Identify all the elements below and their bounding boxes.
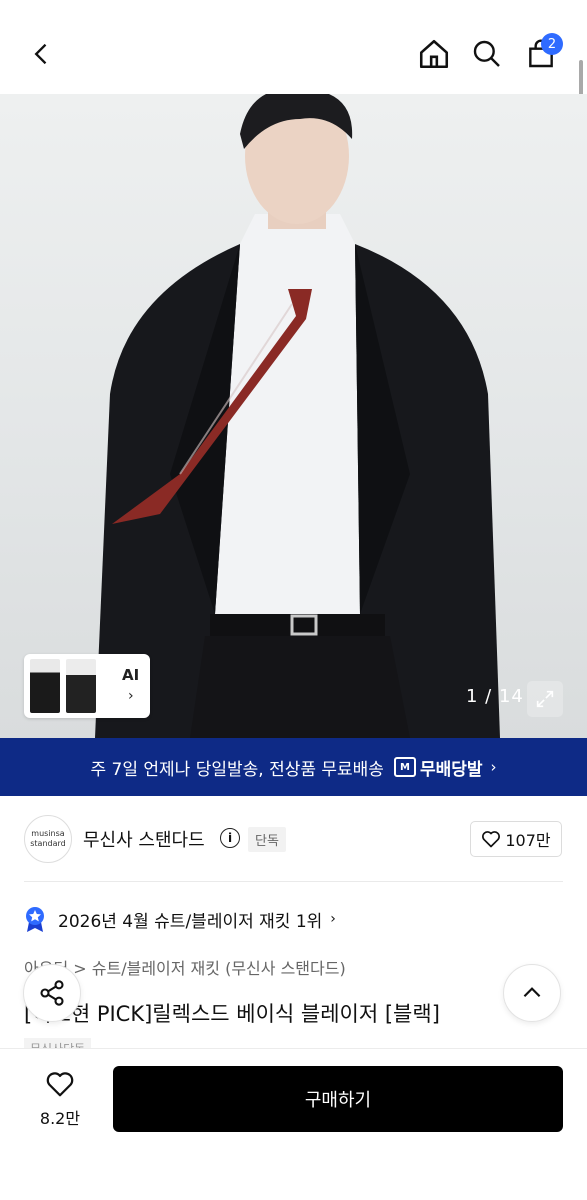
info-icon[interactable]: i bbox=[220, 828, 240, 848]
brand-like-count: 107만 bbox=[505, 831, 551, 850]
chevron-up-icon bbox=[523, 987, 541, 998]
brand-logo[interactable]: musinsa standard bbox=[24, 815, 72, 863]
exclusive-badge: 단독 bbox=[248, 827, 286, 852]
share-icon bbox=[40, 980, 64, 1006]
shipping-banner[interactable]: 주 7일 언제나 당일발송, 전상품 무료배송 M 무배당발 › bbox=[0, 738, 587, 796]
divider bbox=[24, 881, 563, 882]
ai-label: AI bbox=[122, 666, 140, 684]
home-button[interactable] bbox=[410, 30, 458, 78]
share-button[interactable] bbox=[23, 964, 81, 1022]
cart-count-badge: 2 bbox=[541, 33, 563, 55]
chevron-right-icon: › bbox=[490, 758, 497, 776]
thumbnail-2[interactable] bbox=[66, 659, 96, 713]
expand-icon bbox=[536, 690, 554, 708]
product-title: [이도현 PICK]릴렉스드 베이식 블레이저 [블랙] bbox=[24, 1002, 440, 1026]
purchase-bar: 8.2만 구매하기 bbox=[0, 1048, 587, 1200]
brand-like-button[interactable]: 107만 bbox=[470, 821, 562, 857]
wishlist-count: 8.2만 bbox=[39, 1109, 81, 1128]
model-photo bbox=[95, 94, 500, 738]
home-icon bbox=[419, 39, 449, 69]
ranking-link[interactable]: 2026년 4월 슈트/블레이저 재킷 1위 › bbox=[24, 906, 336, 932]
brand-logo-line1: musinsa bbox=[31, 829, 65, 838]
search-button[interactable] bbox=[463, 30, 511, 78]
ai-thumbnail-strip[interactable]: AI › bbox=[24, 654, 150, 718]
chevron-right-icon: › bbox=[128, 688, 134, 704]
ranking-text: 2026년 4월 슈트/블레이저 재킷 1위 bbox=[58, 911, 323, 932]
back-button[interactable] bbox=[18, 30, 66, 78]
top-nav-bar: 2 bbox=[0, 0, 587, 114]
cart-button[interactable]: 2 bbox=[517, 30, 565, 78]
chevron-left-icon bbox=[34, 43, 47, 65]
search-icon bbox=[473, 40, 500, 67]
badge-label: 무배당발 bbox=[419, 759, 483, 780]
thumbnail-1[interactable] bbox=[30, 659, 60, 713]
banner-text: 주 7일 언제나 당일발송, 전상품 무료배송 bbox=[90, 759, 384, 780]
scroll-top-button[interactable] bbox=[503, 964, 561, 1022]
free-shipping-badge: M 무배당발 bbox=[393, 755, 483, 780]
fullscreen-button[interactable] bbox=[527, 681, 563, 717]
heart-icon bbox=[482, 831, 501, 848]
chevron-right-icon: › bbox=[330, 911, 336, 927]
ranking-medal-icon bbox=[26, 907, 44, 932]
truck-icon: M bbox=[393, 757, 416, 777]
wishlist-button[interactable]: 8.2만 bbox=[26, 1069, 94, 1129]
breadcrumb-category[interactable]: 슈트/블레이저 재킷 (무신사 스탠다드) bbox=[92, 959, 346, 978]
heart-icon bbox=[46, 1072, 74, 1097]
brand-name[interactable]: 무신사 스탠다드 bbox=[83, 826, 205, 852]
brand-logo-line2: standard bbox=[30, 839, 66, 848]
buy-button[interactable]: 구매하기 bbox=[113, 1066, 563, 1132]
image-counter: 1 / 14 bbox=[466, 686, 524, 707]
product-image[interactable] bbox=[0, 94, 587, 738]
